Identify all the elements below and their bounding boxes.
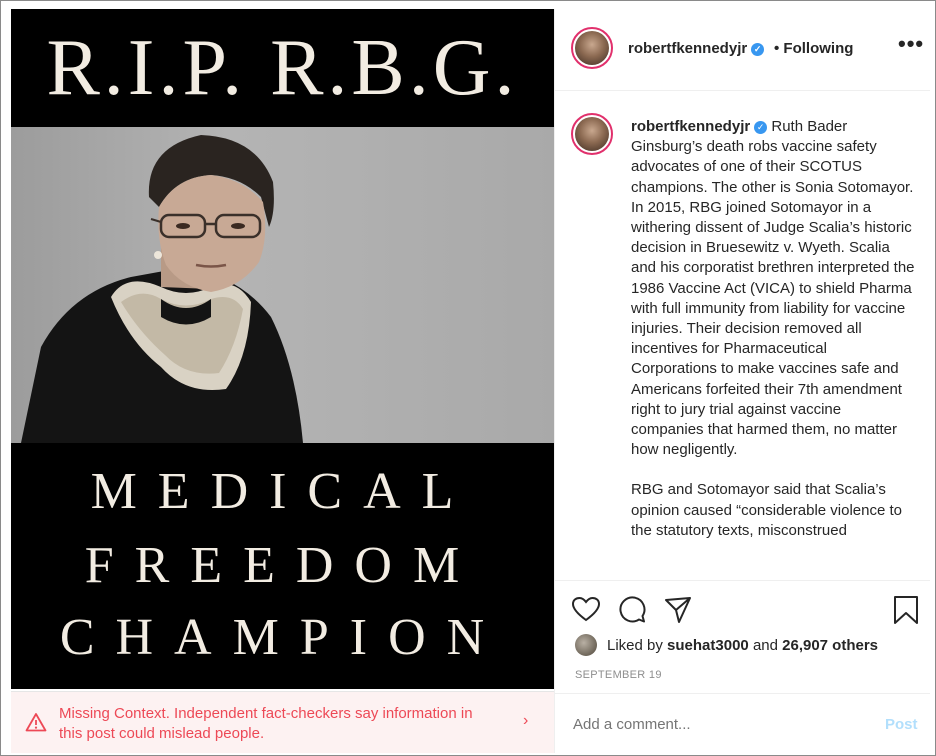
instagram-post-window: R.I.P. R.B.G. MEDICAL FREEDOM CHAMPION M… [0,0,936,756]
caption-area[interactable]: robertfkennedyjr ✓ Ruth Bader Ginsburg’s … [555,92,930,580]
heart-icon[interactable] [571,595,601,625]
avatar[interactable] [571,27,613,69]
share-icon[interactable] [663,595,693,625]
liked-by-prefix: Liked by [607,637,663,654]
caption-username[interactable]: robertfkennedyjr [631,118,750,135]
caption-paragraph: robertfkennedyjr ✓ Ruth Bader Ginsburg’s … [631,117,916,460]
more-options-icon[interactable]: ••• [898,31,924,57]
post-actions: Liked by suehat3000 and 26,907 others SE… [555,580,930,753]
avatar[interactable] [571,113,613,155]
avatar-image [575,31,609,65]
portrait-illustration [21,135,303,443]
likes-count[interactable]: 26,907 others [782,637,878,654]
post-comment-button[interactable]: Post [885,716,918,733]
comment-icon[interactable] [617,595,647,625]
caption-paragraph-2: RBG and Sotomayor said that Scalia’s opi… [631,481,903,539]
following-button[interactable]: • Following [774,40,853,57]
liked-by-text: Liked by suehat3000 and 26,907 others [607,637,878,654]
missing-context-warning[interactable]: Missing Context. Independent fact-checke… [11,691,554,753]
image-line-freedom: FREEDOM [84,537,481,594]
image-line-medical: MEDICAL [90,463,475,520]
bookmark-icon[interactable] [891,595,921,625]
post-image[interactable]: R.I.P. R.B.G. MEDICAL FREEDOM CHAMPION [11,9,554,689]
chevron-right-icon[interactable]: › [523,712,528,730]
comment-row: Post [555,693,930,754]
header-username[interactable]: robertfkennedyjr ✓ [628,40,765,57]
post-date[interactable]: SEPTEMBER 19 [575,669,662,681]
caption: robertfkennedyjr ✓ Ruth Bader Ginsburg’s … [631,117,916,561]
image-line-champion: CHAMPION [59,609,506,666]
warning-text: Missing Context. Independent fact-checke… [59,705,473,742]
avatar-image [575,117,609,151]
warning-triangle-icon [25,713,47,732]
verified-badge-icon: ✓ [754,120,768,134]
liked-by-and: and [752,637,778,654]
liked-by-user[interactable]: suehat3000 [667,637,749,654]
caption-text: Ruth Bader Ginsburg’s death robs vaccine… [631,118,915,459]
post-sidebar: robertfkennedyjr ✓ • Following ••• robert… [554,9,930,753]
comment-input[interactable] [573,716,853,733]
portrait-photo [11,127,554,443]
image-headline: R.I.P. R.B.G. [46,24,519,112]
post-header: robertfkennedyjr ✓ • Following ••• [555,9,930,91]
verified-badge-icon: ✓ [751,42,765,56]
avatar[interactable] [575,634,597,656]
username-text[interactable]: robertfkennedyjr [628,40,747,57]
